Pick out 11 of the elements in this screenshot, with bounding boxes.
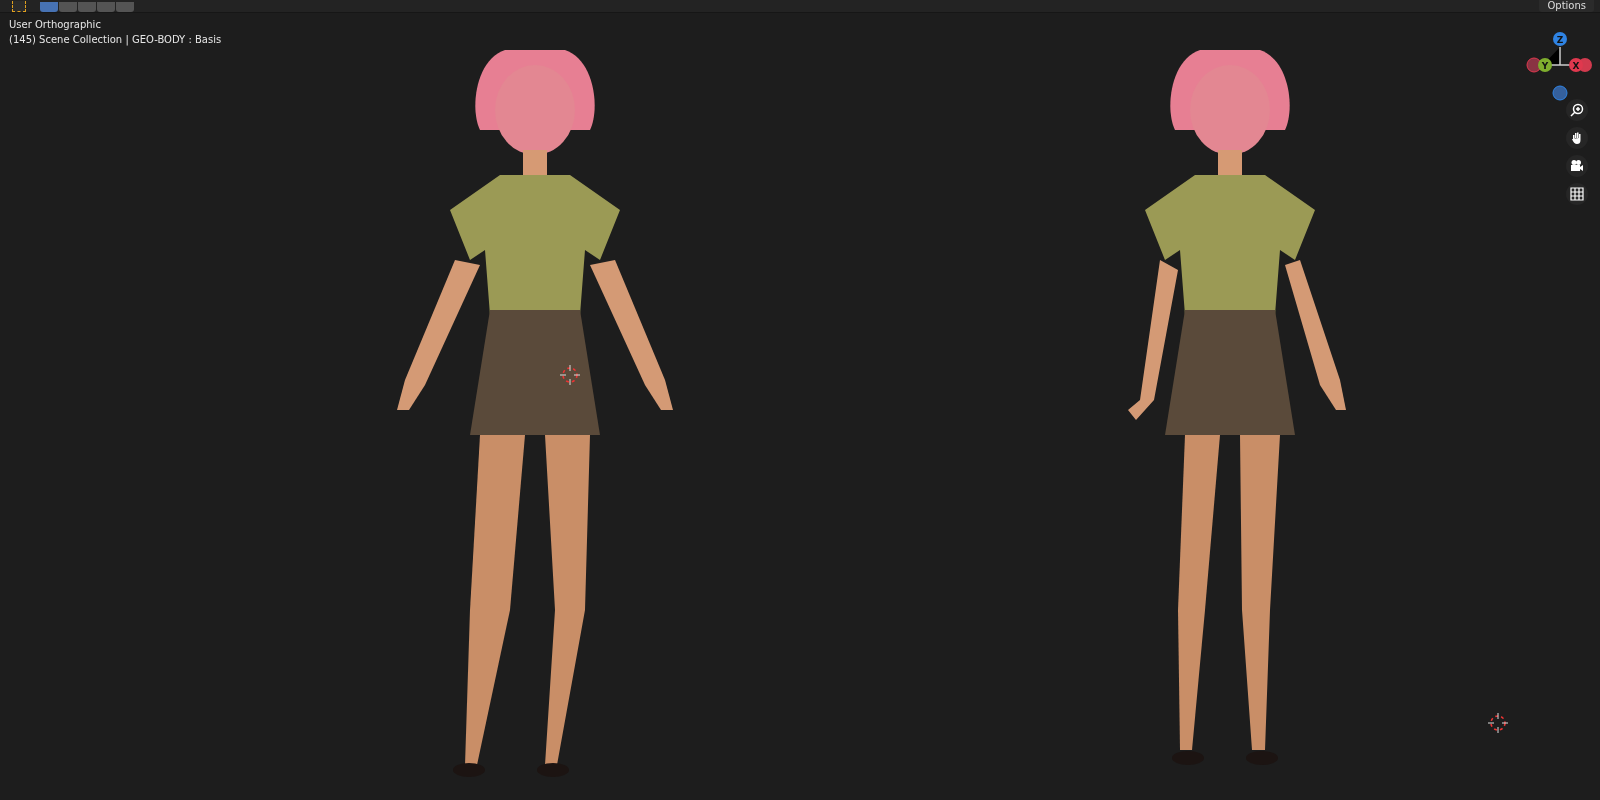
context-info: (145) Scene Collection | GEO-BODY : Basis [9, 34, 222, 46]
axis-gizmo-drawing[interactable]: Z Y X [1525, 25, 1595, 105]
zoom-icon[interactable] [1566, 99, 1588, 121]
camera-icon[interactable] [1566, 155, 1588, 177]
select-tool-icon[interactable] [12, 1, 26, 12]
3d-cursor-icon [560, 365, 580, 385]
grid-icon[interactable] [1566, 183, 1588, 205]
view-name: User Orthographic [9, 19, 102, 31]
3d-cursor-icon [1488, 713, 1508, 733]
options-dropdown[interactable]: Options [1539, 0, 1594, 12]
hand-icon[interactable] [1566, 127, 1588, 149]
